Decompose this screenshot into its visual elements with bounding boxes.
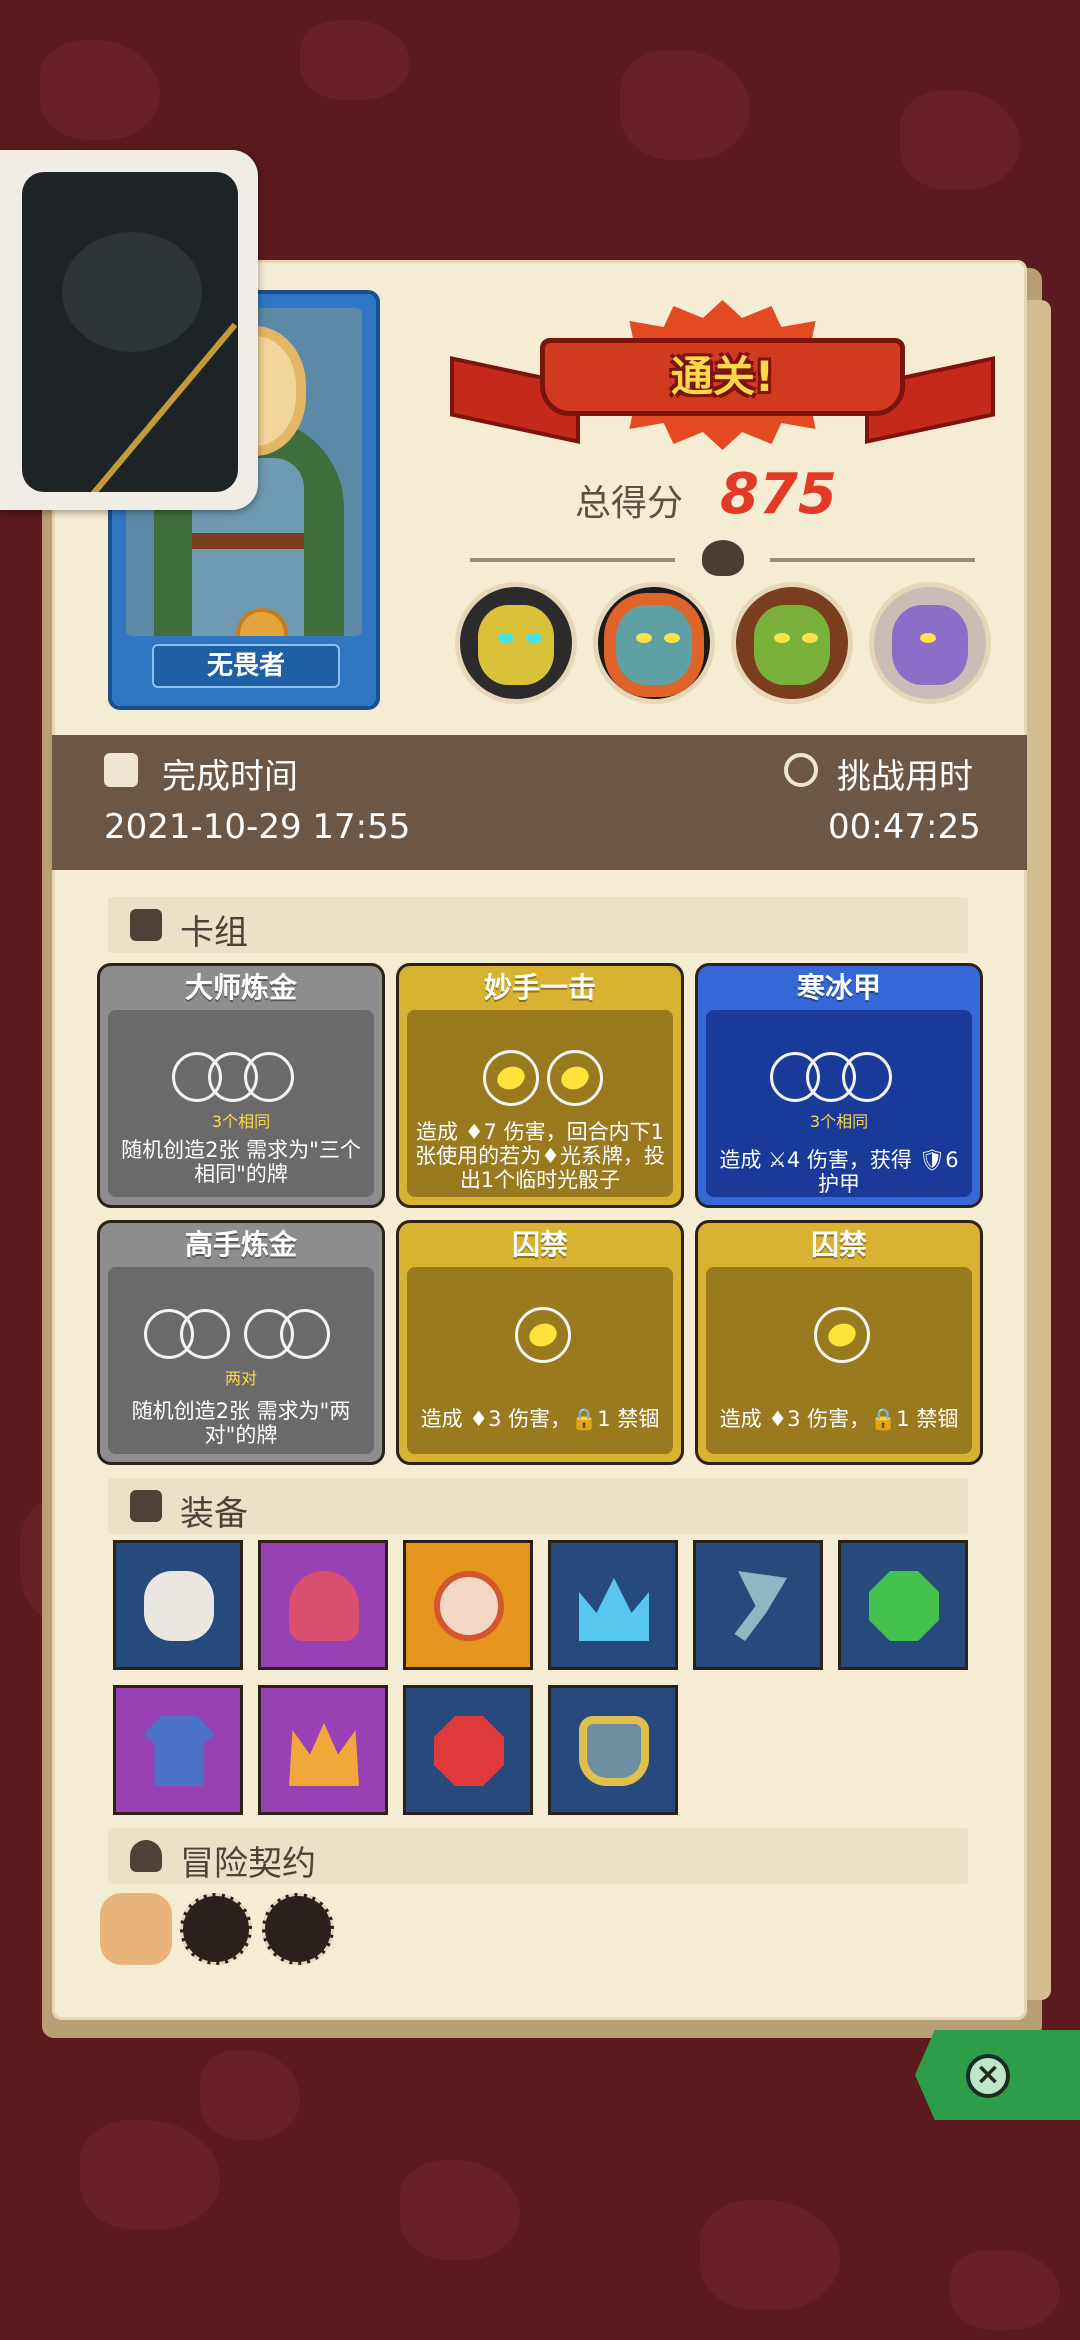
score-row: 总得分 875 [575, 462, 875, 532]
boss-portraits [455, 582, 1000, 712]
contract-section-header: 冒险契约 [108, 1828, 968, 1884]
divider-right [770, 558, 975, 562]
card-ice-armor[interactable]: 寒冰甲 3个相同 造成 ⚔4 伤害，获得 🛡6 护甲 [695, 963, 983, 1208]
light-die-icon [515, 1307, 571, 1363]
golden-totem-icon[interactable] [180, 1893, 252, 1965]
hero-name: 无畏者 [152, 644, 340, 688]
complete-time-value: 2021-10-29 17:55 [104, 807, 411, 847]
card-title: 寒冰甲 [796, 971, 881, 1004]
card-deft-strike[interactable]: 妙手一击 造成 ♦7 伤害，回合内下1张使用的若为♦光系牌，投出1个临时光骰子 [396, 963, 684, 1208]
floating-thumbnail[interactable] [22, 172, 238, 492]
victory-title: 通关! [670, 352, 775, 401]
card-requirement: 3个相同 [211, 1112, 271, 1131]
green-dagger-icon[interactable] [262, 1893, 334, 1965]
boss-orange-ogre[interactable] [593, 582, 715, 704]
victory-banner: 通关! [450, 300, 995, 465]
boss-armored-knight[interactable] [455, 582, 577, 704]
dice-slot [280, 1309, 330, 1359]
score-value: 875 [720, 462, 837, 527]
card-expert-alchemy[interactable]: 高手炼金 两对 随机创造2张 需求为"两对"的牌 [97, 1220, 385, 1465]
film-icon [104, 753, 138, 787]
card-requirement: 3个相同 [809, 1112, 869, 1131]
person-icon [130, 1840, 162, 1872]
emerald-gem-icon[interactable] [838, 1540, 968, 1670]
ice-crown-icon[interactable] [548, 1540, 678, 1670]
scythe-icon[interactable] [693, 1540, 823, 1670]
deck-section-header: 卡组 [108, 897, 968, 953]
score-label: 总得分 [575, 483, 684, 524]
card-master-alchemy[interactable]: 大师炼金 3个相同 随机创造2张 需求为"三个相同"的牌 [97, 963, 385, 1208]
divider-left [470, 558, 675, 562]
card-description: 随机创造2张 需求为"两对"的牌 [131, 1399, 351, 1447]
deck-section-title: 卡组 [180, 913, 248, 953]
dice-slot [180, 1309, 230, 1359]
blue-tunic-icon[interactable] [113, 1685, 243, 1815]
horned-helmet-icon [702, 540, 744, 576]
light-die-icon [814, 1307, 870, 1363]
card-imprison[interactable]: 囚禁 造成 ♦3 伤害，🔒1 禁锢 [396, 1220, 684, 1465]
horned-skull-icon[interactable] [113, 1540, 243, 1670]
equipment-section-header: 装备 [108, 1478, 968, 1534]
close-icon[interactable]: × [966, 2054, 1010, 2098]
paper-edge [1027, 300, 1051, 2000]
card-description: 造成 ♦3 伤害，🔒1 禁锢 [420, 1407, 660, 1431]
card-title: 囚禁 [511, 1228, 568, 1261]
card-requirement: 两对 [224, 1369, 257, 1388]
equipment-section-title: 装备 [180, 1494, 248, 1534]
contract-section-title: 冒险契约 [180, 1844, 316, 1884]
card-title: 囚禁 [810, 1228, 867, 1261]
card-description: 随机创造2张 需求为"三个相同"的牌 [121, 1138, 361, 1186]
compass-armor-icon[interactable] [548, 1685, 678, 1815]
light-die-icon [547, 1050, 603, 1106]
card-imprison[interactable]: 囚禁 造成 ♦3 伤害，🔒1 禁锢 [695, 1220, 983, 1465]
challenge-time-label: 挑战用时 [837, 757, 973, 797]
card-description: 造成 ♦7 伤害，回合内下1张使用的若为♦光系牌，投出1个临时光骰子 [415, 1120, 665, 1192]
target-shield-icon[interactable] [403, 1540, 533, 1670]
time-bar: 完成时间 2021-10-29 17:55 挑战用时 00:47:25 [52, 735, 1027, 870]
dice-slot [244, 1052, 294, 1102]
box-icon [130, 1490, 162, 1522]
light-die-icon [483, 1050, 539, 1106]
scroll-icon[interactable] [100, 1893, 172, 1965]
challenge-time-value: 00:47:25 [828, 807, 981, 847]
mushroom-cap-icon[interactable] [258, 1540, 388, 1670]
card-title: 高手炼金 [184, 1228, 297, 1261]
dice-slot [842, 1052, 892, 1102]
ruby-gem-icon[interactable] [403, 1685, 533, 1815]
boss-goblin-king[interactable] [731, 582, 853, 704]
gold-crown-icon[interactable] [258, 1685, 388, 1815]
stopwatch-icon [784, 753, 818, 787]
boss-purple-dragon[interactable] [869, 582, 991, 704]
card-description: 造成 ♦3 伤害，🔒1 禁锢 [719, 1407, 959, 1431]
card-title: 大师炼金 [184, 971, 297, 1004]
card-description: 造成 ⚔4 伤害，获得 🛡6 护甲 [719, 1148, 959, 1196]
cards-icon [130, 909, 162, 941]
card-title: 妙手一击 [483, 971, 596, 1004]
complete-time-label: 完成时间 [162, 757, 298, 797]
